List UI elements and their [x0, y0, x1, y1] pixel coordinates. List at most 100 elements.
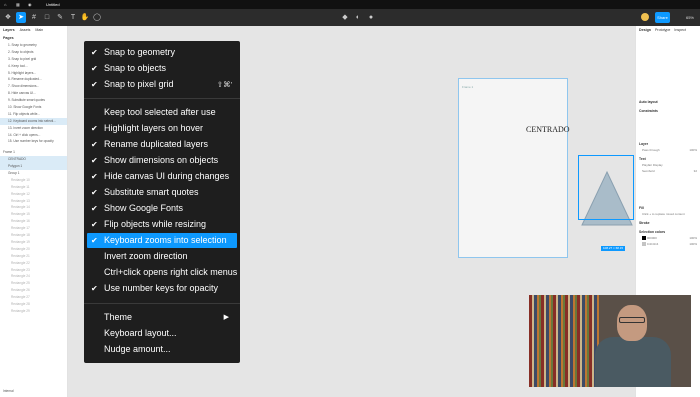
- auto-layout-heading: Auto layout: [639, 100, 658, 104]
- menu-item-snap-objects[interactable]: ✔ Snap to objects: [87, 61, 237, 76]
- pen-tool-icon[interactable]: ✎: [55, 12, 65, 23]
- people-icon[interactable]: ◉: [28, 1, 32, 8]
- menu-item-number-keys[interactable]: ✔ Use number keys for opacity: [87, 281, 237, 296]
- menu-item-keep-tool[interactable]: Keep tool selected after use: [87, 105, 237, 120]
- page-item[interactable]: 5. Highlight layers...: [0, 70, 67, 77]
- presenter-body: [595, 337, 671, 387]
- menu-item-snap-geometry[interactable]: ✔ Snap to geometry: [87, 45, 237, 60]
- frame-1[interactable]: [458, 78, 568, 258]
- check-icon: ✔: [91, 284, 98, 293]
- layer-item[interactable]: Rectangle 20: [0, 246, 67, 253]
- figma-menu-icon[interactable]: ❖: [3, 12, 13, 23]
- right-panel-tabs: Design Prototype Inspect: [636, 26, 700, 34]
- frame-tool-icon[interactable]: #: [29, 12, 39, 23]
- boolean-icon[interactable]: ●: [366, 12, 376, 23]
- comment-tool-icon[interactable]: ◯: [92, 12, 102, 23]
- page-item[interactable]: 15. Use number keys for opacity: [0, 138, 67, 145]
- file-tab[interactable]: Untitled: [46, 1, 60, 8]
- layer-item[interactable]: Rectangle 10: [0, 177, 67, 184]
- submenu-arrow-icon: ▶: [223, 314, 229, 321]
- layer-item[interactable]: Rectangle 19: [0, 239, 67, 246]
- selection-colors-heading: Selection colors: [639, 230, 666, 234]
- menu-item-google-fonts[interactable]: ✔ Show Google Fonts: [87, 201, 237, 216]
- home-icon[interactable]: ⌂: [4, 1, 6, 8]
- layer-item[interactable]: Rectangle 21: [0, 253, 67, 260]
- tab-prototype[interactable]: Prototype: [655, 28, 670, 32]
- grid-icon[interactable]: ▦: [16, 1, 20, 8]
- layer-item[interactable]: CENTRADO: [0, 156, 67, 164]
- page-item[interactable]: 9. Substitute smart quotes: [0, 97, 67, 104]
- layer-item[interactable]: Rectangle 15: [0, 211, 67, 218]
- text-heading: Text: [639, 157, 646, 161]
- menu-item-rename-duplicated[interactable]: ✔ Rename duplicated layers: [87, 137, 237, 152]
- mask-icon[interactable]: ◐: [353, 12, 363, 23]
- menu-item-theme[interactable]: Theme ▶: [87, 310, 237, 325]
- menu-item-snap-pixel-grid[interactable]: ✔ Snap to pixel grid ⇧⌘': [87, 77, 237, 92]
- share-button[interactable]: Share: [655, 12, 670, 23]
- menu-item-hide-canvas-ui[interactable]: ✔ Hide canvas UI during changes: [87, 169, 237, 184]
- layer-item[interactable]: Frame 1: [0, 149, 67, 156]
- page-item[interactable]: 6. Rename duplicated...: [0, 76, 67, 83]
- menu-item-flip-objects[interactable]: ✔ Flip objects while resizing: [87, 217, 237, 232]
- layer-item[interactable]: Rectangle 12: [0, 191, 67, 198]
- page-item[interactable]: 7. Show dimensions...: [0, 83, 67, 90]
- page-item[interactable]: 2. Snap to objects: [0, 49, 67, 56]
- page-item[interactable]: 10. Show Google Fonts: [0, 104, 67, 111]
- layer-item[interactable]: Polygon 1: [0, 163, 67, 171]
- move-tool-icon[interactable]: ➤: [16, 12, 26, 23]
- page-item[interactable]: 1. Snap to geometry: [0, 42, 67, 49]
- layer-item[interactable]: Rectangle 14: [0, 204, 67, 211]
- color-row[interactable]: C4C4C4 100%: [636, 241, 700, 247]
- layer-item[interactable]: Rectangle 16: [0, 218, 67, 225]
- page-item[interactable]: 4. Keep tool...: [0, 63, 67, 70]
- tab-layers[interactable]: Layers: [3, 28, 15, 32]
- menu-item-show-dimensions[interactable]: ✔ Show dimensions on objects: [87, 153, 237, 168]
- menu-item-highlight-layers[interactable]: ✔ Highlight layers on hover: [87, 121, 237, 136]
- layer-item[interactable]: Rectangle 29: [0, 308, 67, 315]
- hand-tool-icon[interactable]: ✋: [80, 12, 90, 23]
- layer-item[interactable]: Rectangle 11: [0, 184, 67, 191]
- menu-divider: [84, 303, 240, 304]
- page-item[interactable]: 3. Snap to pixel grid: [0, 56, 67, 63]
- layer-item[interactable]: Rectangle 13: [0, 198, 67, 205]
- layer-item[interactable]: Group 1: [0, 170, 67, 177]
- layer-item[interactable]: Rectangle 23: [0, 267, 67, 274]
- layer-item[interactable]: Rectangle 26: [0, 287, 67, 294]
- tab-main[interactable]: Main: [35, 28, 43, 32]
- zoom-level[interactable]: 65%: [686, 12, 694, 23]
- selection-box[interactable]: [578, 155, 634, 220]
- menu-item-invert-zoom[interactable]: Invert zoom direction: [87, 249, 237, 264]
- menu-item-keyboard-zooms[interactable]: ✔ Keyboard zooms into selection: [87, 233, 237, 248]
- tab-assets[interactable]: Assets: [20, 28, 31, 32]
- page-item[interactable]: 14. Ctrl + click opens...: [0, 132, 67, 139]
- tab-inspect[interactable]: Inspect: [674, 28, 686, 32]
- layer-item[interactable]: Rectangle 28: [0, 301, 67, 308]
- layer-item[interactable]: Rectangle 27: [0, 294, 67, 301]
- page-item[interactable]: 11. Flip objects while...: [0, 111, 67, 118]
- layer-item[interactable]: Rectangle 18: [0, 232, 67, 239]
- text-settings[interactable]: [636, 174, 700, 202]
- canvas-text-centrado[interactable]: CENTRADO: [526, 125, 570, 134]
- user-avatar[interactable]: [641, 13, 649, 21]
- page-item[interactable]: 13. Invert zoom direction: [0, 125, 67, 132]
- check-icon: ✔: [91, 64, 98, 73]
- menu-item-smart-quotes[interactable]: ✔ Substitute smart quotes: [87, 185, 237, 200]
- layer-item[interactable]: Rectangle 24: [0, 273, 67, 280]
- shape-tool-icon[interactable]: □: [42, 12, 52, 23]
- tab-design[interactable]: Design: [639, 28, 651, 32]
- menu-item-nudge-amount[interactable]: Nudge amount...: [87, 342, 237, 357]
- frame-label[interactable]: Frame 1: [462, 85, 473, 89]
- menu-item-ctrl-click[interactable]: Ctrl+click opens right click menus: [87, 265, 237, 280]
- component-icon[interactable]: ◆: [340, 12, 350, 23]
- window-tab-bar: ⌂ ▦ ◉ Untitled: [0, 0, 700, 9]
- layer-item[interactable]: Rectangle 17: [0, 225, 67, 232]
- page-item[interactable]: 12. Keyboard zooms into selecti...: [0, 117, 67, 125]
- layer-item[interactable]: Rectangle 22: [0, 260, 67, 267]
- text-tool-icon[interactable]: T: [68, 12, 78, 23]
- preferences-menu: ✔ Snap to geometry ✔ Snap to objects ✔ Snap…: [84, 41, 240, 363]
- menu-item-keyboard-layout[interactable]: Keyboard layout...: [87, 326, 237, 341]
- constraints-widget[interactable]: [636, 114, 700, 138]
- presenter-head: [617, 305, 647, 341]
- layer-item[interactable]: Rectangle 25: [0, 280, 67, 287]
- page-item[interactable]: 8. Hide canvas UI...: [0, 90, 67, 97]
